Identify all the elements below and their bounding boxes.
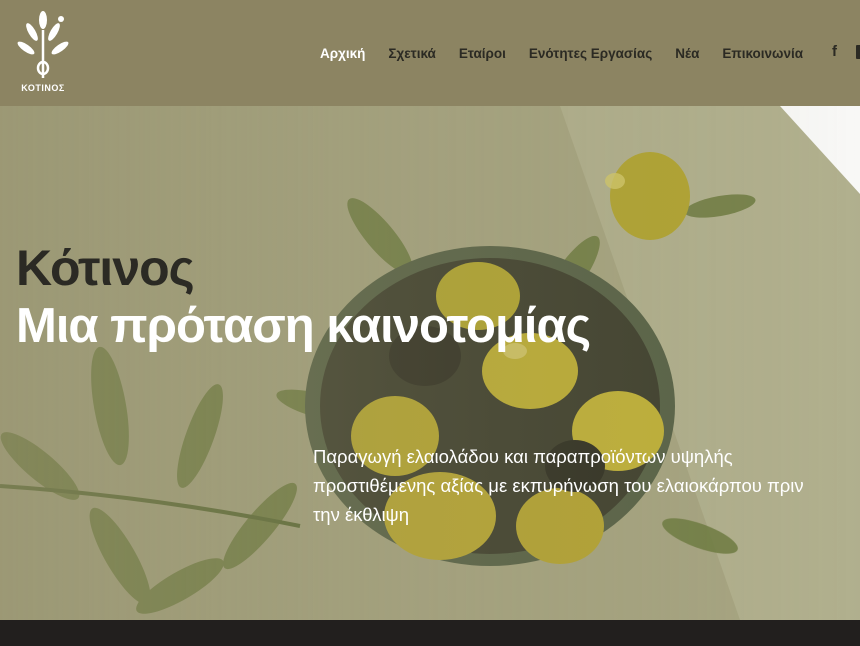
nav-item-news[interactable]: Νέα: [675, 46, 699, 61]
nav-item-partners[interactable]: Εταίροι: [459, 46, 506, 61]
social-icon[interactable]: [856, 45, 860, 59]
site-logo[interactable]: ΚΟΤΙΝΟΣ: [14, 10, 72, 96]
nav-item-contact[interactable]: Επικοινωνία: [722, 46, 803, 61]
logo-text: ΚΟΤΙΝΟΣ: [21, 83, 65, 93]
hero-section: Κότινος Μια πρόταση καινοτομίας Παραγωγή…: [0, 106, 860, 620]
hero-overlay: [0, 106, 860, 620]
facebook-icon[interactable]: f: [832, 43, 837, 60]
nav-item-work-packages[interactable]: Ενότητες Εργασίας: [529, 46, 652, 61]
nav-item-home[interactable]: Αρχική: [320, 46, 365, 61]
site-header: ΚΟΤΙΝΟΣ Αρχική Σχετικά Εταίροι Ενότητες …: [0, 0, 860, 106]
hero-subtitle: Μια πρόταση καινοτομίας: [16, 299, 591, 353]
hero-description: Παραγωγή ελαιολάδου και παραπροϊόντων υψ…: [313, 446, 804, 525]
hero-title: Κότινος: [16, 240, 195, 296]
nav-item-about[interactable]: Σχετικά: [388, 46, 435, 61]
main-nav: Αρχική Σχετικά Εταίροι Ενότητες Εργασίας…: [320, 44, 826, 62]
olive-branch-logo-icon: [17, 11, 69, 78]
footer-strip: [0, 620, 860, 646]
